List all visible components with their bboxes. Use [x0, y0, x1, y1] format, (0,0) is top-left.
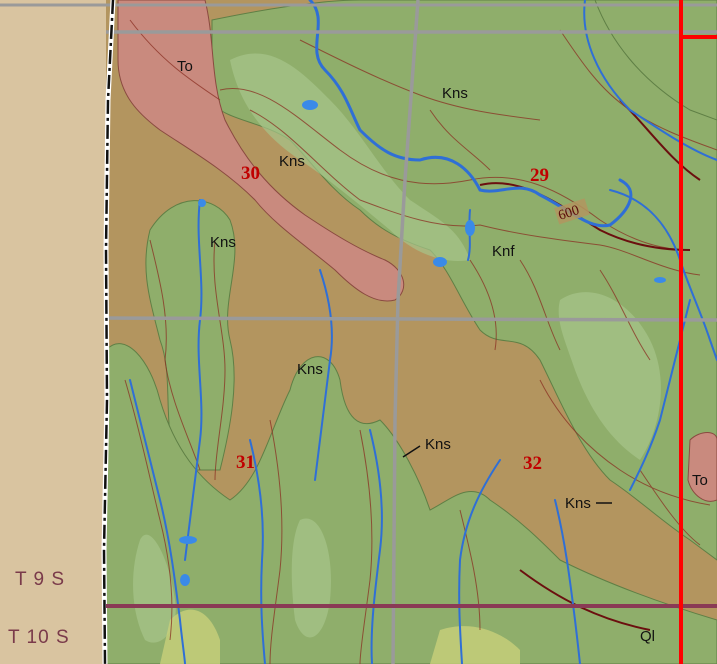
- map-margin: [0, 0, 108, 664]
- section-number-32: 32: [523, 453, 542, 474]
- unit-label-knf[interactable]: Knf: [492, 243, 515, 260]
- unit-label-kns[interactable]: Kns: [565, 495, 591, 512]
- section-number-30: 30: [241, 163, 260, 184]
- map-canvas: To Kns Kns Kns Knf Kns Kns Kns To Ql 600…: [0, 0, 717, 664]
- section-number-29: 29: [530, 165, 549, 186]
- township-label-t9s: T 9 S: [15, 569, 65, 590]
- township-label-t10s: T 10 S: [8, 627, 70, 648]
- unit-label-kns[interactable]: Kns: [425, 436, 451, 453]
- unit-label-kns[interactable]: Kns: [279, 153, 305, 170]
- unit-label-to[interactable]: To: [692, 472, 708, 489]
- unit-label-kns[interactable]: Kns: [297, 361, 323, 378]
- unit-label-kns[interactable]: Kns: [442, 85, 468, 102]
- unit-label-to[interactable]: To: [177, 58, 193, 75]
- unit-label-kns[interactable]: Kns: [210, 234, 236, 251]
- section-number-31: 31: [236, 452, 255, 473]
- geologic-map[interactable]: To Kns Kns Kns Knf Kns Kns Kns To Ql 600…: [0, 0, 717, 664]
- unit-label-ql[interactable]: Ql: [640, 628, 655, 645]
